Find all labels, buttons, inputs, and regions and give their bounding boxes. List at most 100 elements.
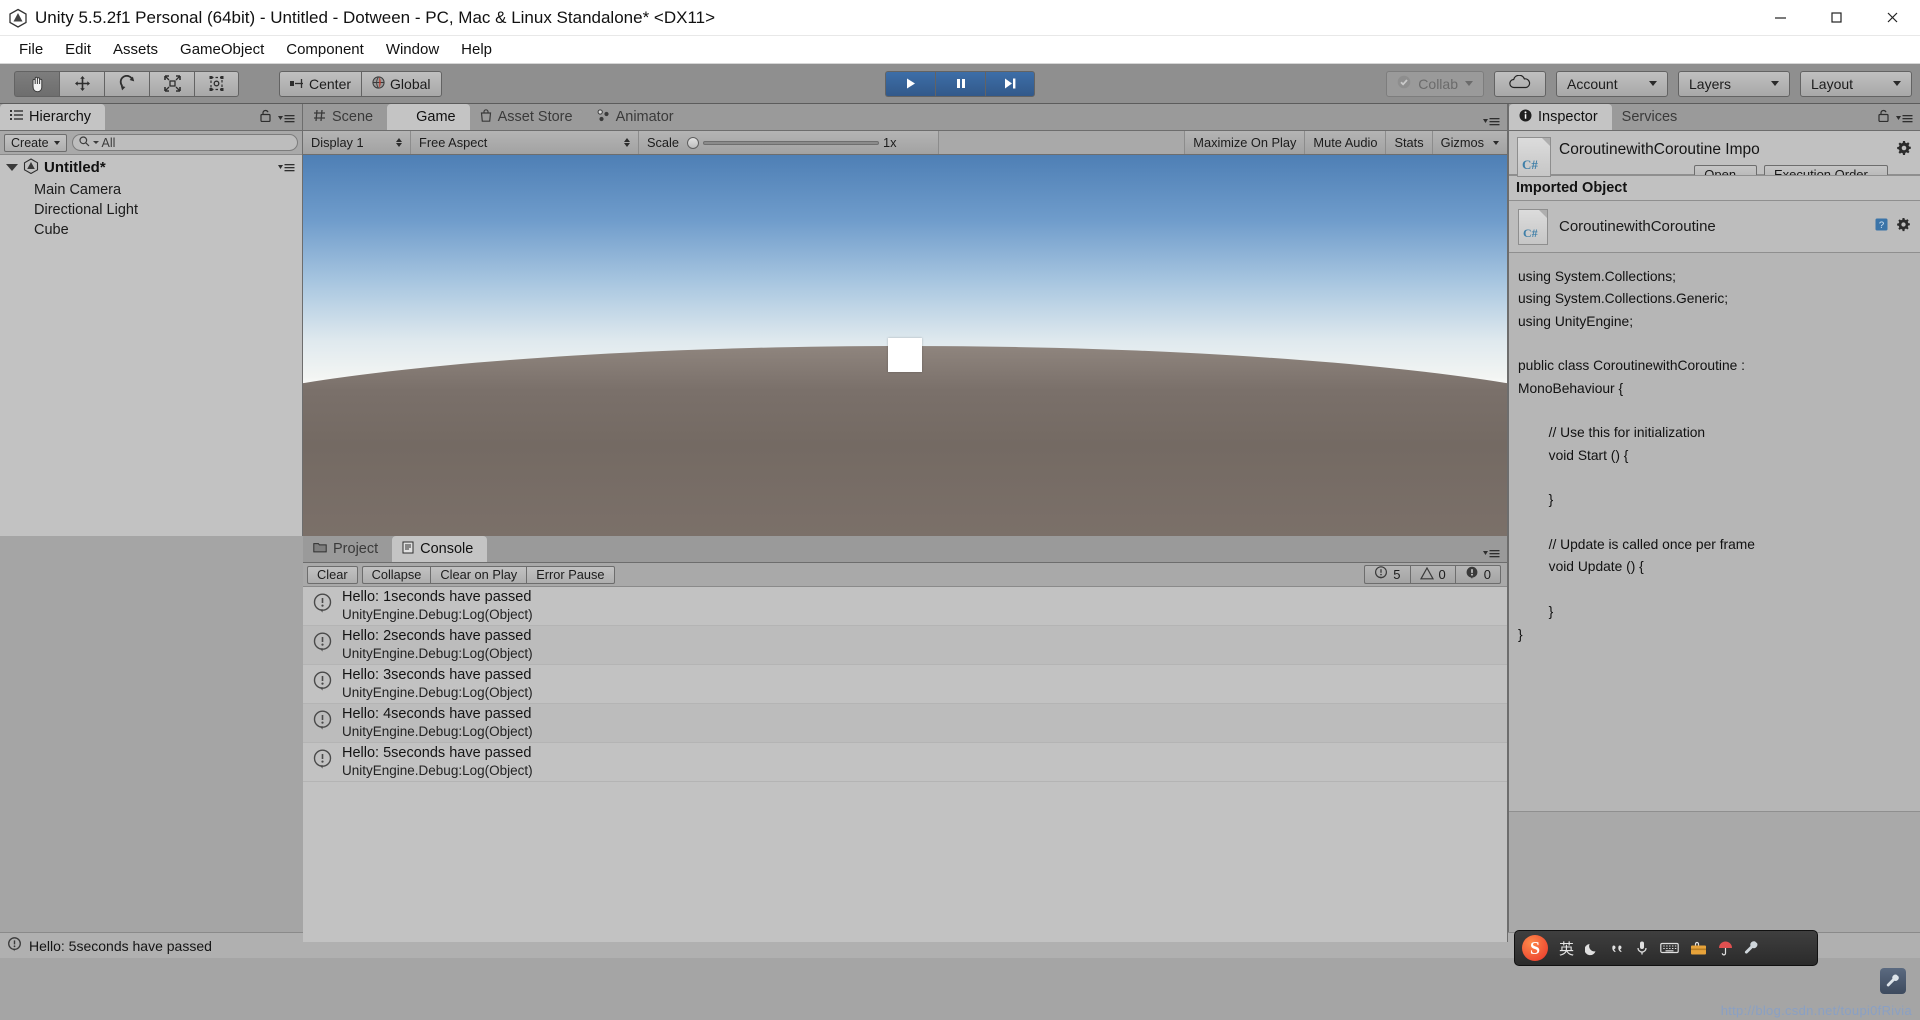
microphone-icon[interactable] (1635, 940, 1649, 956)
hierarchy-search-input[interactable]: All (71, 134, 298, 151)
imported-object-row: C# CoroutinewithCoroutine ? (1509, 201, 1920, 253)
help-book-icon[interactable]: ? (1874, 217, 1889, 237)
scene-grid-icon (313, 109, 326, 126)
scale-slider-track[interactable] (703, 140, 880, 145)
collapse-button[interactable]: Collapse (361, 565, 431, 584)
create-button[interactable]: Create (4, 133, 67, 152)
console-tabstrip: Project Console (303, 536, 1507, 563)
mute-audio-button[interactable]: Mute Audio (1305, 131, 1387, 154)
close-icon[interactable] (1864, 0, 1920, 36)
clear-on-play-button[interactable]: Clear on Play (430, 565, 527, 584)
menu-item-edit[interactable]: Edit (54, 39, 102, 60)
display-dropdown[interactable]: Display 1 (303, 131, 411, 154)
chevron-down-icon[interactable] (1493, 140, 1499, 145)
collab-button[interactable]: Collab (1386, 70, 1484, 97)
error-pause-button[interactable]: Error Pause (526, 565, 615, 584)
minimize-icon[interactable] (1752, 0, 1808, 36)
log-entry[interactable]: Hello: 1seconds have passed UnityEngine.… (303, 587, 1507, 626)
right-column: Inspector Services C# CoroutinewithCorou… (1508, 104, 1920, 932)
pivot-mode-button[interactable]: Center (279, 70, 362, 97)
layers-button[interactable]: Layers (1678, 70, 1790, 97)
game-render-canvas[interactable] (303, 155, 1507, 536)
toolbox-icon[interactable] (1690, 941, 1707, 956)
tab-services[interactable]: Services (1612, 104, 1692, 130)
gear-icon[interactable] (1896, 137, 1912, 161)
hierarchy-item-directional-light[interactable]: Directional Light (0, 200, 302, 220)
log-trace: UnityEngine.Debug:Log(Object) (342, 606, 533, 622)
scene-context-menu-icon[interactable] (278, 162, 295, 173)
scale-slider-knob[interactable] (687, 136, 700, 149)
ime-toolbar[interactable]: S 英 (1514, 930, 1818, 966)
error-counter[interactable]: 0 (1454, 565, 1501, 584)
maximize-icon[interactable] (1808, 0, 1864, 36)
menu-item-help[interactable]: Help (450, 39, 503, 60)
info-icon (312, 593, 333, 619)
menu-item-window[interactable]: Window (375, 39, 450, 60)
move-tool-button[interactable] (59, 70, 104, 97)
menu-item-gameobject[interactable]: GameObject (169, 39, 275, 60)
hand-tool-button[interactable] (14, 70, 59, 97)
console-log-list[interactable]: Hello: 1seconds have passed UnityEngine.… (303, 587, 1507, 942)
aspect-dropdown[interactable]: Free Aspect (411, 131, 639, 154)
hierarchy-scene-root[interactable]: Untitled* (0, 155, 302, 180)
tab-asset-store[interactable]: Asset Store (470, 104, 587, 130)
menu-item-component[interactable]: Component (275, 39, 375, 60)
log-entry[interactable]: Hello: 5seconds have passed UnityEngine.… (303, 743, 1507, 782)
tab-project[interactable]: Project (303, 536, 392, 562)
rotate-tool-button[interactable] (104, 70, 149, 97)
clear-button[interactable]: Clear (307, 565, 358, 584)
menu-item-assets[interactable]: Assets (102, 39, 169, 60)
panel-menu-icon[interactable] (1896, 113, 1913, 124)
cloud-button[interactable] (1494, 70, 1546, 97)
sogou-logo-icon[interactable]: S (1522, 935, 1548, 961)
layout-button[interactable]: Layout (1800, 70, 1912, 97)
step-button[interactable] (985, 70, 1035, 97)
stats-button[interactable]: Stats (1386, 131, 1433, 154)
tab-scene[interactable]: Scene (303, 104, 387, 130)
moon-icon[interactable] (1585, 941, 1600, 956)
hierarchy-empty-area[interactable] (0, 240, 302, 536)
warning-icon (1419, 566, 1434, 583)
lock-icon[interactable] (260, 109, 271, 127)
maximize-on-play-button[interactable]: Maximize On Play (1185, 131, 1306, 154)
info-icon (7, 936, 22, 955)
account-button[interactable]: Account (1556, 70, 1668, 97)
wrench-icon[interactable] (1744, 940, 1759, 956)
panel-menu-icon[interactable] (1483, 116, 1500, 127)
log-entry[interactable]: Hello: 3seconds have passed UnityEngine.… (303, 665, 1507, 704)
umbrella-icon[interactable] (1718, 940, 1733, 956)
tab-animator[interactable]: Animator (587, 104, 688, 130)
tray-app-icon[interactable] (1880, 968, 1906, 994)
gear-icon[interactable] (1896, 217, 1911, 237)
info-icon (312, 749, 333, 775)
ime-mode-label[interactable]: 英 (1559, 938, 1574, 959)
log-entry[interactable]: Hello: 4seconds have passed UnityEngine.… (303, 704, 1507, 743)
rect-transform-tool-button[interactable] (194, 70, 239, 97)
chevron-down-icon[interactable] (6, 164, 18, 171)
tab-game[interactable]: Game (387, 104, 470, 130)
console-empty-area[interactable] (303, 782, 1507, 942)
space-mode-button[interactable]: Global (361, 70, 442, 97)
tab-console[interactable]: Console (392, 536, 488, 562)
panel-menu-icon[interactable] (278, 113, 295, 124)
scale-tool-button[interactable] (149, 70, 194, 97)
log-entry[interactable]: Hello: 2seconds have passed UnityEngine.… (303, 626, 1507, 665)
scale-slider-group[interactable]: Scale 1x (639, 131, 939, 154)
quote-icon[interactable] (1611, 942, 1624, 955)
search-icon (78, 135, 90, 150)
lock-icon[interactable] (1878, 109, 1889, 127)
pause-button[interactable] (935, 70, 985, 97)
menu-item-file[interactable]: File (8, 39, 54, 60)
tab-hierarchy[interactable]: Hierarchy (0, 104, 106, 130)
play-button[interactable] (885, 70, 935, 97)
panel-menu-icon[interactable] (1483, 548, 1500, 559)
gizmos-button[interactable]: Gizmos (1432, 131, 1507, 154)
tab-animator-label: Animator (615, 109, 674, 125)
hierarchy-item-cube[interactable]: Cube (0, 220, 302, 240)
tab-inspector[interactable]: Inspector (1509, 104, 1612, 130)
inspector-bottom-area (1509, 812, 1920, 932)
hierarchy-item-main-camera[interactable]: Main Camera (0, 180, 302, 200)
warning-counter[interactable]: 0 (1409, 565, 1455, 584)
keyboard-icon[interactable] (1660, 941, 1679, 955)
info-counter[interactable]: 5 (1364, 565, 1410, 584)
